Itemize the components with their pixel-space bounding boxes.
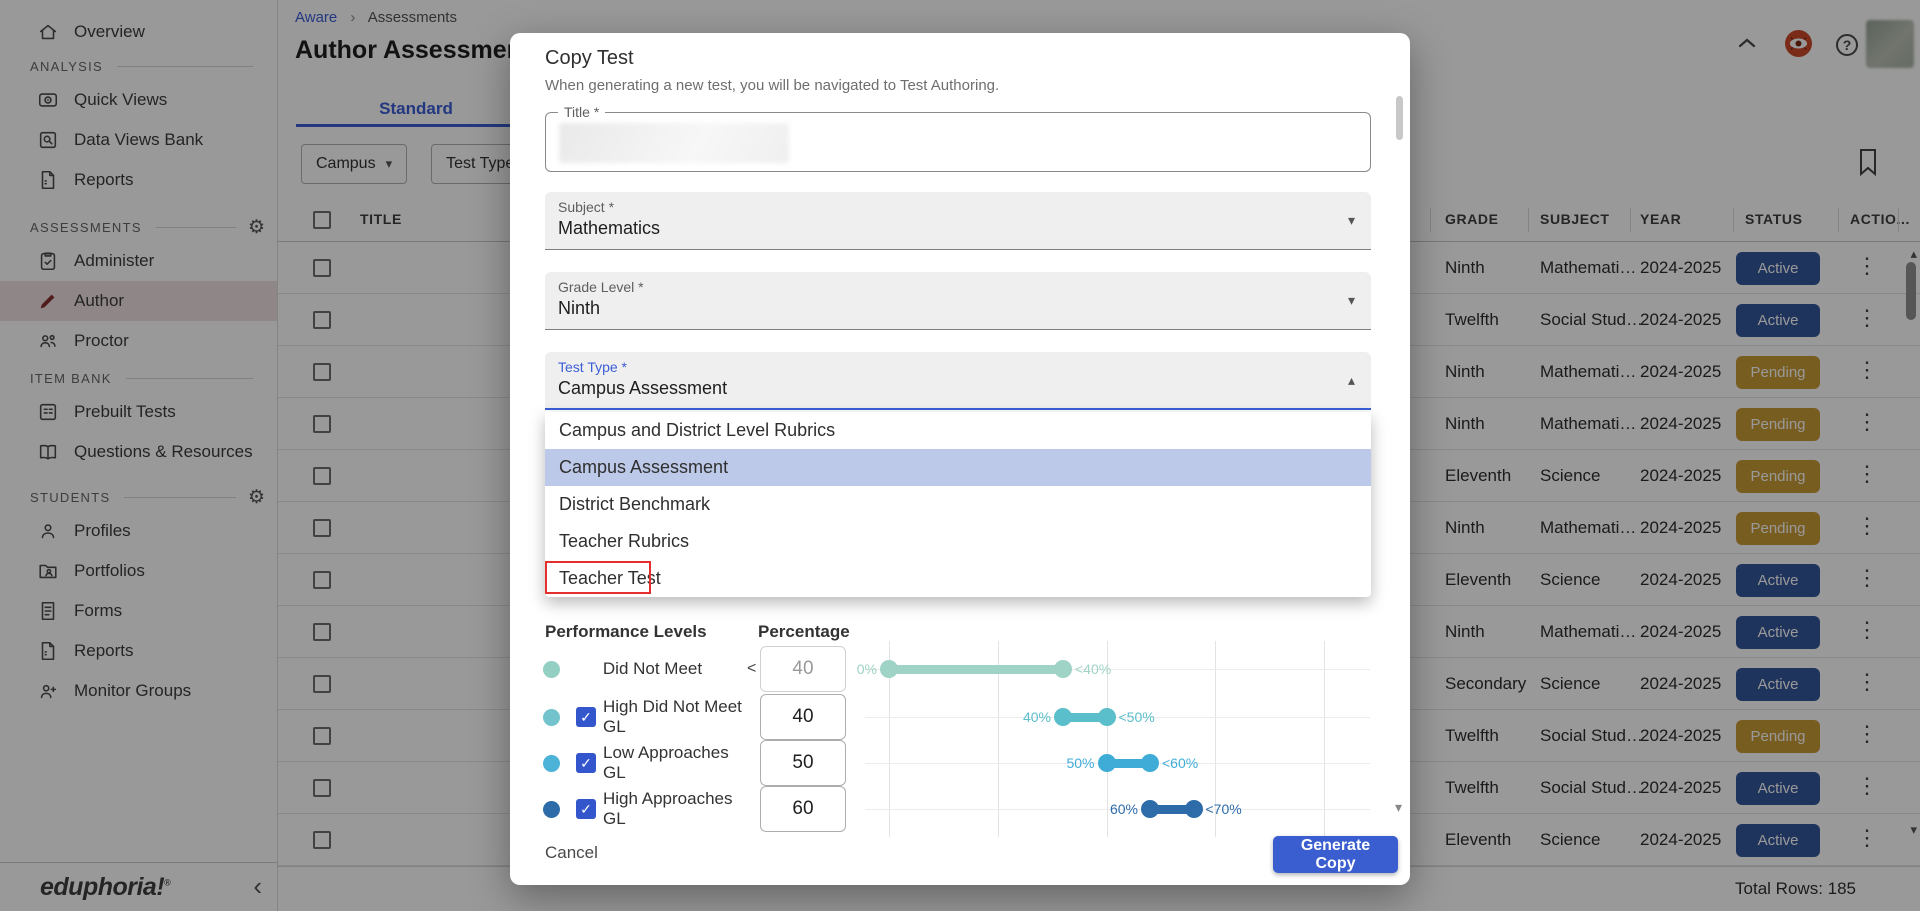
subject-value: Mathematics	[558, 218, 660, 239]
performance-level-color-dot	[543, 801, 560, 818]
performance-level-label: Did Not Meet	[560, 646, 745, 692]
test-type-select[interactable]: Test Type * Campus Assessment ▴	[545, 352, 1371, 410]
performance-level-label: Low Approaches GL	[603, 740, 743, 786]
performance-level-label: High Approaches GL	[603, 786, 743, 832]
percentage-input[interactable]: 60	[760, 786, 846, 832]
slider-start-handle[interactable]	[1054, 708, 1072, 726]
slider-right-label: <60%	[1162, 754, 1198, 772]
performance-slider-panel: 0%<40%40%<50%50%<60%60%<70%	[865, 633, 1377, 838]
dialog-title: Copy Test	[545, 47, 634, 70]
dropdown-option-label: Teacher Test	[559, 568, 661, 589]
slider-end-handle[interactable]	[1054, 660, 1072, 678]
cancel-button[interactable]: Cancel	[545, 843, 598, 863]
slider-gridline	[1324, 641, 1325, 837]
grade-level-value: Ninth	[558, 298, 600, 319]
dialog-scrollbar[interactable]	[1396, 96, 1403, 140]
dropdown-option-label: District Benchmark	[559, 494, 710, 515]
subject-label: Subject *	[558, 199, 614, 215]
slider-left-label: 0%	[857, 660, 877, 678]
generate-copy-button[interactable]: Generate Copy	[1273, 836, 1398, 873]
percentage-input[interactable]: 50	[760, 740, 846, 786]
performance-level-checkbox[interactable]: ✓	[576, 753, 596, 773]
percentage-input[interactable]: 40	[760, 694, 846, 740]
dropdown-option-campus-assessment[interactable]: Campus Assessment	[545, 449, 1371, 486]
slider-left-label: 60%	[1110, 800, 1138, 818]
percentage-header: Percentage	[758, 622, 850, 642]
performance-level-color-dot	[543, 661, 560, 678]
subject-select[interactable]: Subject * Mathematics ▾	[545, 192, 1371, 250]
grade-level-select[interactable]: Grade Level * Ninth ▾	[545, 272, 1371, 330]
dialog-scroll-down-icon[interactable]: ▾	[1395, 799, 1402, 816]
dropdown-option-label: Campus and District Level Rubrics	[559, 420, 835, 441]
performance-levels-header: Performance Levels	[545, 622, 707, 642]
dialog-subtitle: When generating a new test, you will be …	[545, 77, 999, 94]
performance-level-label: High Did Not Meet GL	[603, 694, 743, 740]
test-type-label: Test Type *	[558, 359, 627, 375]
less-than-symbol: <	[747, 660, 756, 678]
slider-right-label: <50%	[1119, 708, 1155, 726]
slider-end-handle[interactable]	[1141, 754, 1159, 772]
chevron-up-icon: ▴	[1348, 372, 1355, 389]
title-field-redacted-value	[559, 123, 789, 163]
slider-right-label: <70%	[1206, 800, 1242, 818]
slider-start-handle[interactable]	[1141, 800, 1159, 818]
title-field-label: Title *	[558, 104, 605, 120]
dropdown-option-campus-and-district-level-rubrics[interactable]: Campus and District Level Rubrics	[545, 412, 1371, 449]
performance-level-color-dot	[543, 709, 560, 726]
dropdown-option-teacher-rubrics[interactable]: Teacher Rubrics	[545, 523, 1371, 560]
slider-end-handle[interactable]	[1098, 708, 1116, 726]
percentage-input[interactable]: 40	[760, 646, 846, 692]
slider-row-line	[865, 717, 1370, 718]
slider-left-label: 50%	[1066, 754, 1094, 772]
dropdown-option-label: Teacher Rubrics	[559, 531, 689, 552]
slider-left-label: 40%	[1023, 708, 1051, 726]
copy-test-dialog: Copy Test When generating a new test, yo…	[510, 33, 1410, 885]
title-field[interactable]: Title *	[545, 112, 1371, 172]
grade-level-label: Grade Level *	[558, 279, 644, 295]
dropdown-option-teacher-test[interactable]: Teacher Test	[545, 560, 1371, 597]
performance-level-color-dot	[543, 755, 560, 772]
dropdown-option-district-benchmark[interactable]: District Benchmark	[545, 486, 1371, 523]
slider-track[interactable]	[889, 665, 1063, 674]
test-type-dropdown-menu: Campus and District Level Rubrics Campus …	[545, 412, 1371, 597]
test-type-value: Campus Assessment	[558, 378, 727, 399]
slider-start-handle[interactable]	[880, 660, 898, 678]
slider-end-handle[interactable]	[1185, 800, 1203, 818]
performance-level-checkbox[interactable]: ✓	[576, 707, 596, 727]
dropdown-option-label: Campus Assessment	[559, 457, 728, 478]
slider-start-handle[interactable]	[1098, 754, 1116, 772]
chevron-down-icon: ▾	[1348, 292, 1355, 309]
chevron-down-icon: ▾	[1348, 212, 1355, 229]
screen: OverviewANALYSISQuick ViewsData Views Ba…	[0, 0, 1920, 911]
slider-right-label: <40%	[1075, 660, 1111, 678]
performance-level-checkbox[interactable]: ✓	[576, 799, 596, 819]
